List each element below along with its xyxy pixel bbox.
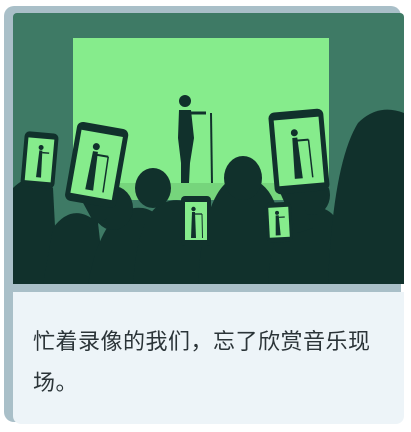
concert-illustration xyxy=(13,13,404,284)
phone-icon xyxy=(181,196,211,246)
phone-icon xyxy=(268,108,330,195)
phone-icon xyxy=(20,131,59,189)
caption-box: 忙着录像的我们，忘了欣赏音乐现场。 xyxy=(13,292,404,424)
card: 忙着录像的我们，忘了欣赏音乐现场。 xyxy=(4,6,404,424)
caption-text: 忙着录像的我们，忘了欣赏音乐现场。 xyxy=(33,330,371,396)
phone-icon xyxy=(265,201,293,243)
